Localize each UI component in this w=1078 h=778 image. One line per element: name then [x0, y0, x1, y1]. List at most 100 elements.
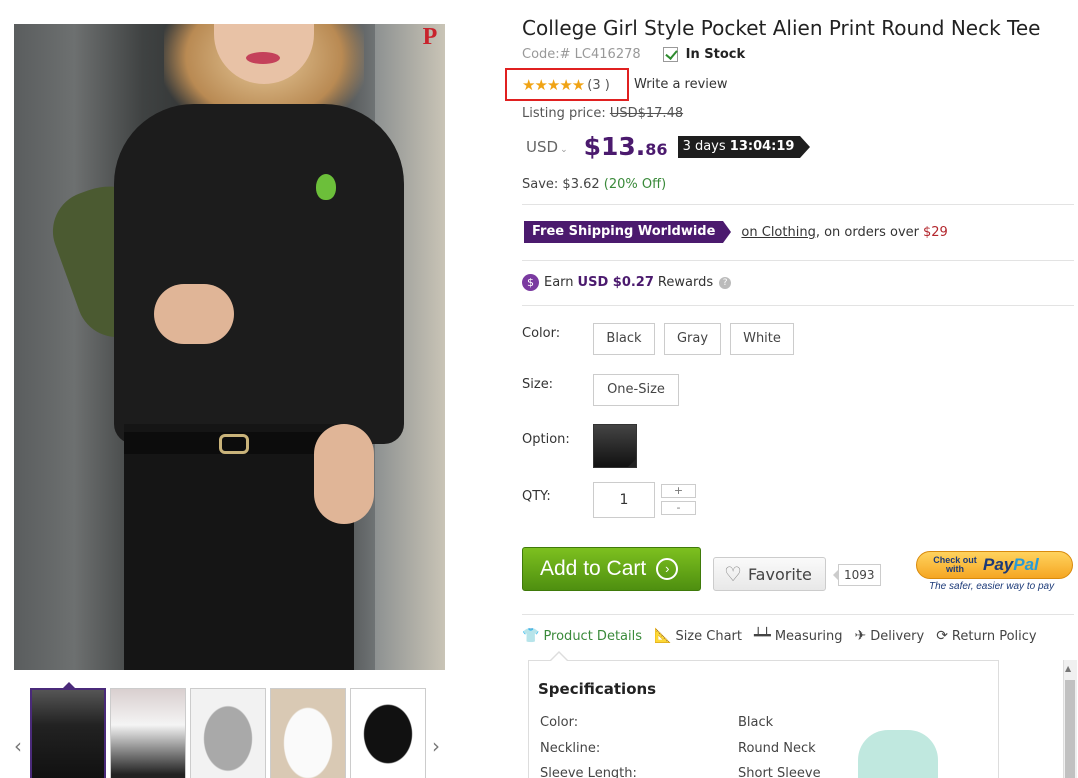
code-row: Code:# LC416278 In Stock — [522, 47, 745, 62]
tab-size-chart[interactable]: 📐 Size Chart — [654, 628, 742, 644]
option-label: Option: — [522, 432, 570, 447]
qty-label: QTY: — [522, 489, 551, 504]
save-percent: (20% Off) — [603, 177, 667, 192]
thumbnail-5[interactable] — [350, 688, 426, 778]
product-title: College Girl Style Pocket Alien Print Ro… — [522, 16, 1041, 40]
ruler-icon: 📐 — [654, 628, 672, 644]
listing-price: Listing price: USD$17.48 — [522, 106, 683, 121]
photo-lips — [246, 52, 280, 64]
favorite-label: Favorite — [747, 564, 812, 584]
write-review-link[interactable]: Write a review — [634, 77, 728, 92]
price-row: USD ⌄ $13.86 3 days 13:04:19 — [526, 132, 811, 161]
quantity-input[interactable]: 1 — [593, 482, 655, 518]
detail-tabs: 👕 Product Details 📐 Size Chart ┷┷ Measur… — [522, 628, 1049, 644]
measure-icon: ┷┷ — [753, 628, 771, 644]
shipping-threshold: $29 — [923, 224, 948, 240]
rating[interactable]: ★★★★★ (3 ) — [522, 76, 610, 94]
thumb-next-icon[interactable]: › — [432, 734, 440, 758]
photo-hand — [314, 424, 374, 524]
currency-select[interactable]: USD ⌄ — [526, 138, 568, 156]
shirt-icon: 👕 — [522, 628, 540, 644]
dollar-coin-icon: $ — [522, 274, 539, 291]
shipping-row: Free Shipping Worldwide on Clothing , on… — [524, 221, 948, 243]
tab-label: Return Policy — [951, 628, 1037, 644]
paypal-subtitle: The safer, easier way to pay — [929, 581, 1055, 592]
tab-label: Measuring — [774, 628, 843, 644]
tab-measuring[interactable]: ┷┷ Measuring — [754, 628, 843, 644]
thumbnail-4[interactable] — [270, 688, 346, 778]
tab-return-policy[interactable]: ⟳ Return Policy — [936, 628, 1036, 644]
save-row: Save: $3.62 (20% Off) — [522, 177, 666, 192]
tab-label: Size Chart — [675, 628, 742, 644]
spec-caret-inner — [550, 653, 568, 662]
timer-time: 13:04:19 — [729, 138, 795, 154]
spec-key: Sleeve Length: — [540, 766, 637, 778]
photo-alien-print — [316, 174, 336, 200]
chevron-down-icon: ⌄ — [560, 144, 568, 155]
favorite-count: 1093 — [833, 564, 881, 586]
spec-value: Round Neck — [738, 741, 816, 756]
paypal-logo-b: Pal — [1013, 555, 1039, 574]
pinterest-icon[interactable]: P — [418, 24, 442, 50]
spec-product-image — [858, 730, 938, 778]
thumbnail-3[interactable] — [190, 688, 266, 778]
rewards-row: $ Earn USD $0.27 Rewards ? — [522, 274, 732, 291]
rewards-earn: Earn — [544, 275, 574, 290]
listing-price-value: USD$17.48 — [609, 106, 684, 121]
rewards-label: Rewards — [657, 275, 714, 290]
favorite-button[interactable]: ♡ Favorite — [713, 557, 826, 591]
add-to-cart-label: Add to Cart — [540, 557, 647, 580]
main-product-image[interactable] — [14, 24, 445, 670]
currency-value: USD — [526, 137, 559, 156]
price-main: $13. — [583, 132, 646, 161]
paypal-logo: PayPal — [983, 555, 1039, 575]
sale-price: $13.86 — [584, 132, 668, 161]
add-to-cart-button[interactable]: Add to Cart › — [522, 547, 701, 591]
check-icon — [662, 47, 678, 62]
timer-days: 3 days — [682, 138, 726, 154]
size-label: Size: — [522, 377, 554, 392]
price-cents: 86 — [645, 140, 668, 159]
tab-label: Product Details — [543, 628, 642, 644]
size-one-size-button[interactable]: One-Size — [593, 374, 679, 406]
color-gray-button[interactable]: Gray — [664, 323, 721, 355]
photo-shirt — [114, 104, 404, 444]
divider — [522, 305, 1074, 306]
product-code: Code:# LC416278 — [522, 47, 641, 62]
scrollbar-thumb[interactable] — [1065, 680, 1075, 778]
color-white-button[interactable]: White — [730, 323, 794, 355]
thumbnail-2[interactable] — [110, 688, 186, 778]
divider — [522, 204, 1074, 205]
free-shipping-badge: Free Shipping Worldwide — [524, 221, 732, 243]
scroll-up-icon[interactable]: ▲ — [1065, 664, 1071, 673]
color-black-button[interactable]: Black — [593, 323, 655, 355]
tab-delivery[interactable]: ✈ Delivery — [854, 628, 924, 644]
paypal-checkout-button[interactable]: Check out with PayPal — [916, 551, 1073, 579]
spec-value: Short Sleeve — [738, 766, 821, 778]
rewards-amount: USD $0.27 — [577, 275, 654, 290]
shipping-clothing-link[interactable]: on Clothing — [741, 225, 815, 240]
heart-icon: ♡ — [724, 562, 742, 586]
spec-key: Color: — [540, 715, 579, 730]
divider — [522, 614, 1074, 615]
refresh-icon: ⟳ — [936, 628, 948, 644]
option-thumbnail[interactable] — [593, 424, 637, 468]
photo-buckle — [219, 434, 249, 454]
countdown-timer: 3 days 13:04:19 — [677, 135, 811, 158]
qty-plus-button[interactable]: + — [661, 484, 696, 498]
specifications-title: Specifications — [538, 680, 657, 698]
stock-status: In Stock — [685, 47, 746, 62]
paypal-small-text: Check out with — [933, 555, 977, 574]
qty-minus-button[interactable]: - — [661, 501, 696, 515]
thumbnail-1[interactable] — [30, 688, 106, 778]
thumb-prev-icon[interactable]: ‹ — [14, 734, 22, 758]
save-amount: Save: $3.62 — [522, 177, 600, 192]
paypal-logo-a: Pay — [983, 555, 1014, 574]
divider — [522, 260, 1074, 261]
listing-price-label: Listing price: — [522, 106, 606, 121]
rating-count: (3 ) — [587, 77, 610, 93]
photo-arm — [154, 284, 234, 344]
help-icon[interactable]: ? — [719, 276, 732, 289]
tab-product-details[interactable]: 👕 Product Details — [522, 628, 642, 644]
shipping-text: , on orders over — [815, 224, 919, 240]
